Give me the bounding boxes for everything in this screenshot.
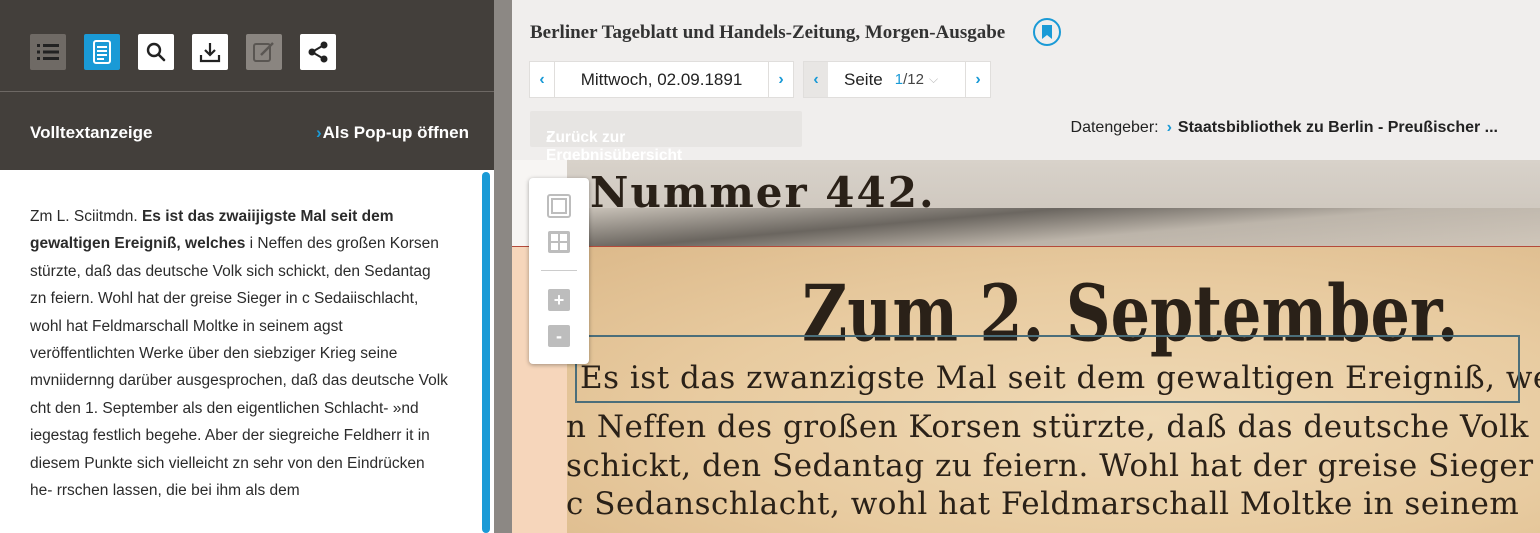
data-provider: Datengeber: › Staatsbibliothek zu Berlin -… [1071, 119, 1498, 137]
fulltext-button[interactable] [84, 34, 120, 70]
scan-text-line: n Neffen des großen Korsen stürzte, daß … [566, 409, 1540, 445]
list-icon [37, 44, 59, 60]
bookmark-button[interactable] [1033, 18, 1061, 46]
fullscreen-button[interactable] [547, 194, 571, 218]
zoom-out-button[interactable]: - [547, 324, 571, 348]
list-button[interactable] [30, 34, 66, 70]
provider-link[interactable]: Staatsbibliothek zu Berlin - Preußischer… [1178, 119, 1498, 136]
chevron-left-icon: ‹ [813, 70, 819, 88]
download-button[interactable] [192, 34, 228, 70]
fulltext-header: Volltextanzeige ›Als Pop-up öffnen [0, 92, 494, 170]
fulltext-plain-start: Zm L. Sciitmdn. [30, 208, 142, 225]
scan-border-line [512, 246, 1540, 247]
chevron-right-icon: › [315, 123, 322, 142]
zoom-controls: + - [529, 178, 589, 364]
back-to-results-link[interactable]: ‹ Zurück zur Ergebnisübersicht [530, 111, 802, 164]
fullscreen-icon [547, 194, 571, 218]
search-icon [146, 42, 166, 62]
publication-title: Berliner Tageblatt und Handels-Zeitung, … [530, 22, 1006, 43]
share-icon [308, 41, 328, 63]
page-image-viewer[interactable]: Nummer 442. Zum 2. September. Es ist das… [512, 160, 1540, 533]
page-current[interactable]: 1 [895, 71, 903, 88]
chevron-right-icon: › [778, 70, 784, 88]
bookmark-icon [1042, 25, 1052, 39]
previous-page-button[interactable]: ‹ [804, 62, 828, 97]
fulltext-icon [93, 40, 111, 64]
fulltext-content: Zm L. Sciitmdn. Es ist das zwaiijigste M… [30, 203, 450, 504]
page-overview-button[interactable] [547, 230, 571, 254]
grid-icon [548, 231, 570, 253]
next-page-button[interactable]: › [965, 62, 990, 97]
open-popup-link[interactable]: ›Als Pop-up öffnen [316, 123, 469, 143]
search-button[interactable] [138, 34, 174, 70]
zoom-in-button[interactable]: + [547, 288, 571, 312]
page-label: Seite [844, 69, 883, 89]
chevron-left-icon: ‹ [539, 70, 545, 88]
zoom-divider [541, 270, 577, 271]
search-hit-highlight[interactable] [575, 335, 1520, 403]
fulltext-rest: i Neffen des großen Korsen stürzte, daß … [30, 235, 448, 500]
viewer-toolbar [0, 0, 494, 91]
viewer-panel: Berliner Tageblatt und Handels-Zeitung, … [512, 0, 1540, 533]
scan-text-line: c Sedanschlacht, wohl hat Feldmarschall … [566, 486, 1520, 522]
next-date-button[interactable]: › [769, 62, 793, 97]
edit-button[interactable] [246, 34, 282, 70]
fulltext-title: Volltextanzeige [30, 123, 153, 142]
plus-icon: + [548, 289, 570, 311]
scan-text-line: schickt, den Sedantag zu feiern. Wohl ha… [566, 448, 1540, 484]
date-navigator: ‹ Mittwoch, 02.09.1891 › [529, 61, 794, 98]
minus-icon: - [548, 325, 570, 347]
edit-icon [253, 42, 274, 62]
fulltext-panel: Volltextanzeige ›Als Pop-up öffnen Zm L.… [0, 0, 494, 533]
chevron-right-icon: › [975, 70, 981, 88]
fulltext-scrollbar[interactable] [482, 172, 490, 533]
date-selector[interactable]: Mittwoch, 02.09.1891 [554, 62, 769, 97]
scan-issue-number: Nummer 442. [590, 168, 936, 217]
chevron-down-icon[interactable]: ⌵ [929, 72, 938, 87]
previous-date-button[interactable]: ‹ [530, 62, 554, 97]
provider-label: Datengeber: [1070, 119, 1159, 136]
chevron-right-icon: › [1166, 119, 1172, 136]
page-navigator: ‹ Seite 1/12 ⌵ › [803, 61, 991, 98]
panel-splitter[interactable] [494, 0, 512, 533]
download-icon [199, 43, 221, 63]
open-popup-label: Als Pop-up öffnen [322, 123, 469, 142]
page-total: /12 [903, 71, 924, 88]
share-button[interactable] [300, 34, 336, 70]
